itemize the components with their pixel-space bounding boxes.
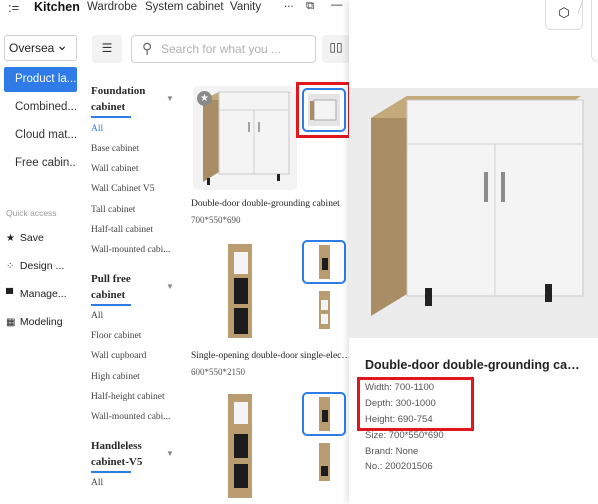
quick-design[interactable]: ⁘ Design ... [6, 260, 64, 272]
quick-save[interactable]: ★ Save [6, 232, 44, 244]
spec-highlight-frame [357, 377, 474, 431]
cat-half-tall-cabinet[interactable]: Half-tall cabinet [91, 225, 153, 235]
side-panel-tab[interactable] [591, 0, 598, 62]
quick-modeling[interactable]: ▦ Modeling [6, 316, 63, 328]
tall-cabinet-image [228, 244, 252, 338]
cat-wall-cupboard[interactable]: Wall cupboard [91, 351, 146, 361]
chevron-down-icon: ⌄ [56, 37, 68, 53]
quick-design-label: Design ... [19, 260, 65, 272]
product-size: 600*550*2150 [191, 367, 245, 377]
preview-image [349, 88, 598, 338]
cat-high-cabinet[interactable]: High cabinet [91, 372, 140, 382]
tab-kitchen[interactable]: Kitchen [34, 0, 80, 14]
category-underline [91, 116, 131, 118]
region-value: Oversea [9, 41, 55, 55]
product-card-image[interactable]: ★ [193, 86, 297, 190]
category-column: Foundation cabinet ▼ All Base cabinet Wa… [82, 26, 186, 504]
cat-base-cabinet[interactable]: Base cabinet [91, 144, 139, 154]
tab-wardrobe[interactable]: Wardrobe [87, 1, 137, 13]
left-menu-product-library[interactable]: Product la... [4, 67, 77, 92]
modeling-icon: ▦ [6, 317, 16, 328]
more-icon[interactable]: ... [284, 0, 294, 10]
tall-cabinet-thumb [319, 245, 330, 279]
left-sidebar: Oversea ⌄ Product la... Combined... Clou… [0, 26, 82, 504]
left-menu-free-cabinet[interactable]: Free cabin... [4, 151, 77, 176]
tall-cabinet-thumb [319, 291, 330, 329]
cat-tall-cabinet[interactable]: Tall cabinet [91, 205, 135, 215]
category-foundation-label: Foundation cabinet [91, 85, 146, 113]
caret-down-icon[interactable]: ▼ [166, 449, 174, 458]
cat-foundation-all[interactable]: All [91, 124, 103, 134]
product-title[interactable]: Single-opening double-door single-elect.… [191, 351, 351, 361]
caret-down-icon[interactable]: ▼ [166, 282, 174, 291]
quick-access-label: Quick access [6, 208, 57, 218]
cat-floor-cabinet[interactable]: Floor cabinet [91, 331, 141, 341]
quick-manage[interactable]: ▀ Manage... [6, 288, 67, 300]
external-window-icon[interactable]: ⧉ [306, 0, 314, 13]
quick-modeling-label: Modeling [19, 316, 63, 328]
left-menu-cloud-material[interactable]: Cloud mat... [4, 123, 77, 148]
favorite-star-icon[interactable]: ★ [197, 91, 212, 106]
cube-icon: ⬡ [558, 5, 570, 20]
spec-number: No.: 200201506 [365, 461, 433, 472]
preview-title: Double-door double-grounding cabi... [365, 358, 587, 372]
category-foundation-title[interactable]: Foundation cabinet [91, 83, 165, 118]
tab-vanity[interactable]: Vanity [230, 1, 261, 13]
base-cabinet-large-image [371, 96, 584, 316]
cat-wall-mounted-cabinet-2[interactable]: Wall-mounted cabi... [91, 412, 170, 422]
quick-manage-label: Manage... [19, 288, 67, 300]
tab-system-cabinet[interactable]: System cabinet [145, 1, 224, 13]
category-underline [91, 304, 131, 306]
left-menu-combined[interactable]: Combined... [4, 95, 77, 120]
product-size: 700*550*690 [191, 215, 241, 225]
category-handleless-label: Handleless cabinet-V5 [91, 440, 143, 468]
variant-thumbnail[interactable] [302, 392, 346, 436]
grid-icon: ⁘ [6, 261, 15, 272]
region-select[interactable]: Oversea ⌄ [4, 35, 77, 61]
monitor-icon: ▀ [6, 289, 14, 300]
spec-brand: Brand: None [365, 446, 419, 457]
spec-size: Size: 700*550*690 [365, 430, 444, 441]
view-toggle-button[interactable]: ▯▯ [322, 35, 350, 63]
product-card-image[interactable] [190, 388, 297, 498]
tall-cabinet-thumb [319, 397, 330, 431]
menu-icon[interactable]: := [8, 0, 19, 15]
cube-view-button[interactable]: ⬡ [545, 0, 583, 30]
category-underline [91, 471, 131, 473]
product-title[interactable]: Double-door double-grounding cabinet [191, 199, 351, 209]
star-icon: ★ [6, 233, 15, 244]
minimize-icon[interactable]: — [331, 0, 343, 11]
variant-thumbnail[interactable] [302, 288, 346, 332]
cat-wall-mounted-cabinet[interactable]: Wall-mounted cabi... [91, 245, 170, 255]
columns-icon: ▯▯ [329, 40, 343, 54]
category-pull-free-label: Pull free cabinet [91, 273, 131, 301]
top-tab-bar: := Kitchen Wardrobe System cabinet Vanit… [0, 0, 350, 18]
cat-pull-free-all[interactable]: All [91, 311, 103, 321]
category-pull-free-title[interactable]: Pull free cabinet [91, 271, 165, 306]
product-card-image[interactable] [190, 236, 297, 340]
tall-cabinet-thumb [319, 443, 330, 481]
cat-half-height-cabinet[interactable]: Half-height cabinet [91, 392, 165, 402]
variant-thumbnail[interactable] [302, 440, 346, 484]
caret-down-icon[interactable]: ▼ [166, 94, 174, 103]
tall-cabinet-image [228, 394, 252, 498]
cat-wall-cabinet-v5[interactable]: Wall Cabinet V5 [91, 184, 154, 194]
highlight-frame [296, 82, 351, 138]
category-handleless-title[interactable]: Handleless cabinet-V5 [91, 438, 165, 473]
cat-handleless-all[interactable]: All [91, 478, 103, 488]
cat-wall-cabinet[interactable]: Wall cabinet [91, 164, 139, 174]
quick-save-label: Save [19, 232, 44, 244]
variant-thumbnail[interactable] [302, 240, 346, 284]
